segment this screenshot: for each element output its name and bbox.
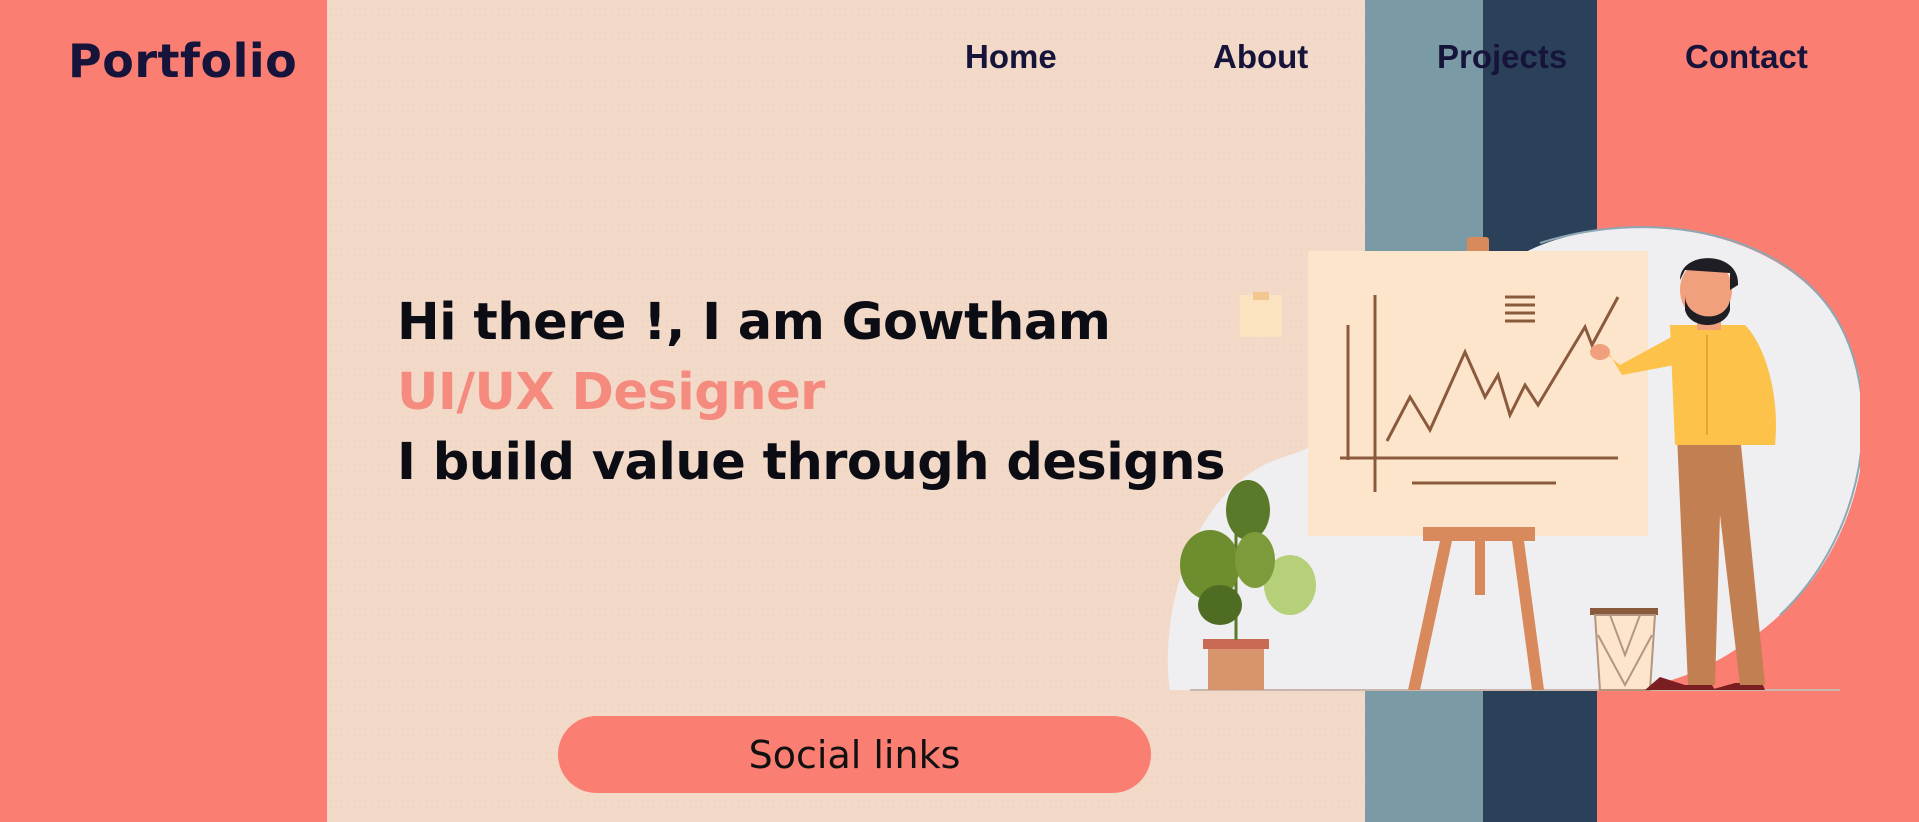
sticky-note [1240, 292, 1282, 337]
main-nav: Home About Projects Contact [0, 38, 1919, 88]
nav-contact-link[interactable]: Contact [1685, 38, 1808, 76]
presenter-with-chart-illustration [1167, 226, 1860, 691]
easel-tray [1423, 527, 1535, 541]
hero-tagline: I build value through designs [397, 433, 1225, 492]
hero-greeting: Hi there !, I am Gowtham [397, 293, 1111, 352]
social-links-button[interactable]: Social links [558, 716, 1151, 793]
easel-board [1308, 251, 1648, 536]
waste-basket [1590, 608, 1658, 691]
nav-home-link[interactable]: Home [965, 38, 1057, 76]
nav-about-link[interactable]: About [1213, 38, 1308, 76]
hero-role: UI/UX Designer [397, 363, 825, 422]
nav-projects-link[interactable]: Projects [1437, 38, 1567, 76]
easel-clip [1467, 237, 1489, 253]
hero-text: Hi there !, I am Gowtham UI/UX Designer … [397, 288, 1225, 498]
left-color-band [0, 0, 327, 822]
